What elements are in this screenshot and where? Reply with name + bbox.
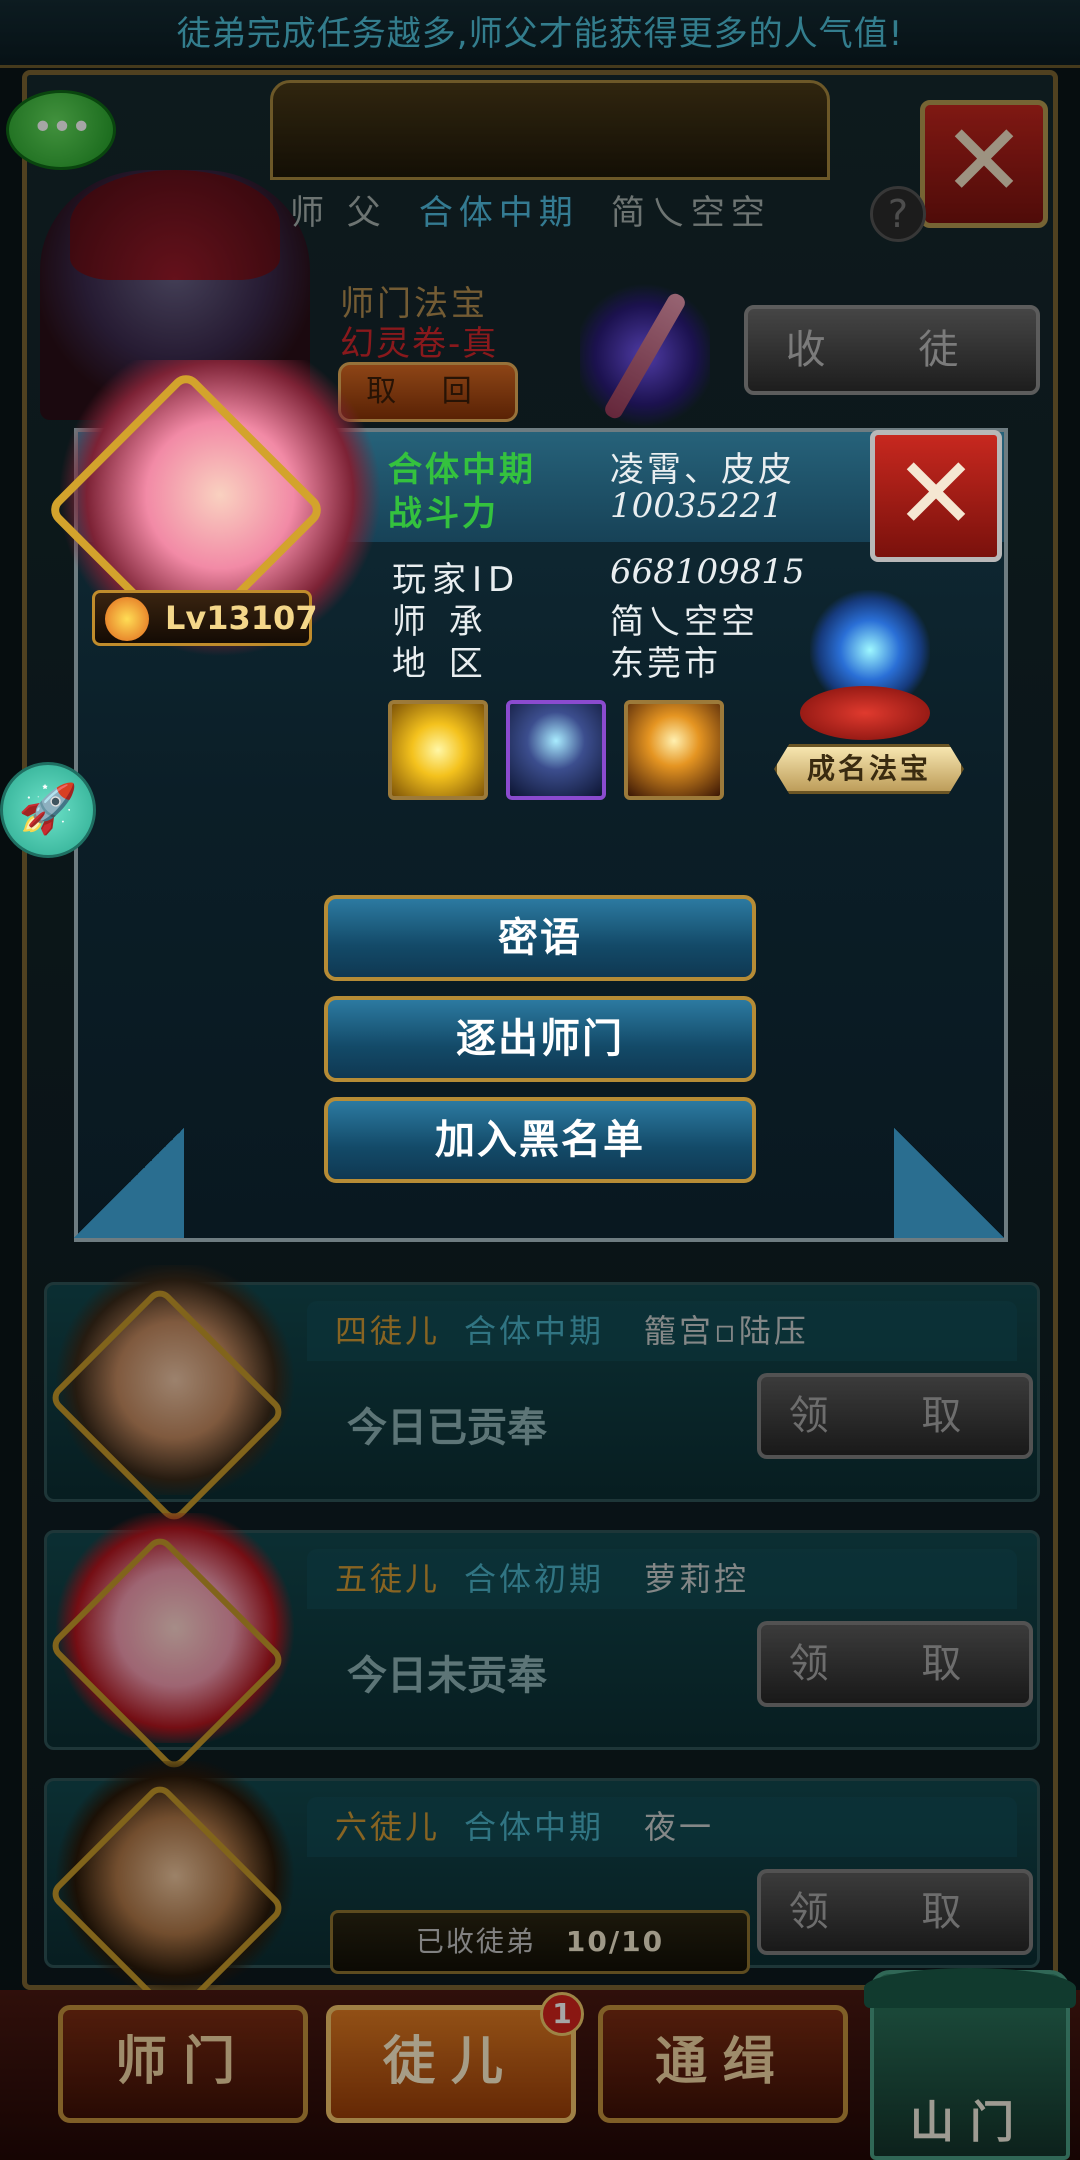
level-text: Lv13107 <box>165 599 318 637</box>
player-id-value: 668109815 <box>610 552 805 592</box>
add-to-blacklist-button[interactable]: 加入黑名单 <box>324 1097 756 1183</box>
whisper-button[interactable]: 密语 <box>324 895 756 981</box>
level-badge: Lv13107 <box>92 590 318 646</box>
fame-treasure-pedestal <box>800 686 930 740</box>
player-name: 凌霄、皮皮 <box>610 450 795 490</box>
player-realm: 合体中期 <box>388 450 536 490</box>
region-value: 东莞市 <box>610 644 721 684</box>
combat-power-label: 战斗力 <box>388 494 499 534</box>
flame-icon <box>105 597 149 641</box>
popup-corner-ornament <box>894 1128 1004 1238</box>
combat-power-value: 10035221 <box>610 486 784 526</box>
popup-close-icon[interactable]: ✕ <box>870 430 1002 562</box>
skill-golden-warrior-icon[interactable] <box>624 700 724 800</box>
skill-eye-icon[interactable] <box>388 700 488 800</box>
popup-corner-ornament <box>74 1128 184 1238</box>
skill-hooded-figure-icon[interactable] <box>506 700 606 800</box>
rocket-icon[interactable]: 🚀 <box>0 762 96 858</box>
expel-from-sect-button[interactable]: 逐出师门 <box>324 996 756 1082</box>
fame-treasure-label: 成名法宝 <box>774 744 964 794</box>
region-label: 地 区 <box>392 644 489 684</box>
